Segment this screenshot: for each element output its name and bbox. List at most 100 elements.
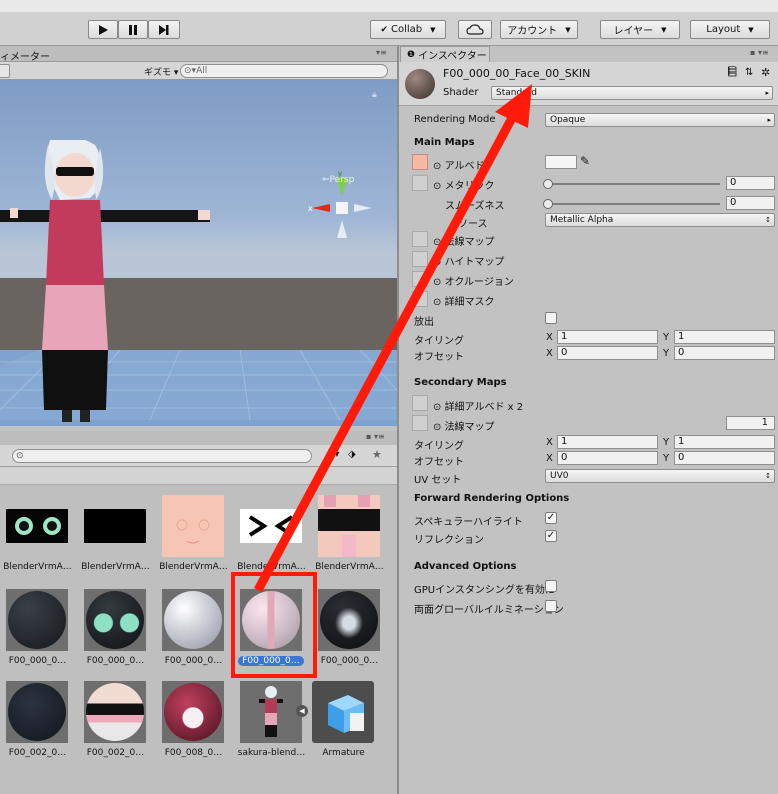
help-book-icon[interactable]: 📘︎ [726,67,739,78]
albedo-texture-slot[interactable] [412,154,428,170]
smoothness-slider-track[interactable] [548,203,720,205]
collab-label: Collab [391,24,423,35]
secondary-normal-scale-field[interactable]: 1 [726,416,775,430]
sec-offset-x-field[interactable]: 0 [557,451,658,465]
scene-view[interactable]: y x ⇐Persp 🔒︎ [0,80,397,426]
asset-item[interactable]: F00_000_0… [0,583,75,675]
main-offset-y-field[interactable]: 0 [674,346,775,360]
layout-dropdown[interactable]: Layout ▼ [690,20,770,39]
lock-icon[interactable]: ▪ ▾≡ [750,48,769,57]
sec-offset-label: オフセット [414,457,464,468]
metallic-value-field[interactable]: 0 [726,176,775,190]
play-button[interactable] [88,20,118,39]
metallic-slider-handle[interactable] [543,179,553,189]
gizmos-dropdown[interactable]: ギズモ ▾ [144,65,178,78]
sec-offset-y-field[interactable]: 0 [674,451,775,465]
cloud-button[interactable] [458,20,492,39]
asset-item[interactable]: F00_000_0… [312,583,387,675]
scene-mode-dropdown[interactable] [0,64,10,78]
emission-checkbox[interactable] [545,312,557,324]
rendering-mode-dropdown[interactable]: Opaque ▸ [545,113,775,127]
normal-map-slot[interactable] [412,231,428,247]
smoothness-value-field[interactable]: 0 [726,196,775,210]
secondary-normal-slot[interactable] [412,415,428,431]
sec-offset-y-label: Y [663,453,670,464]
source-dropdown[interactable]: Metallic Alpha ↕ [545,213,775,227]
rendering-mode-label: Rendering Mode [414,114,496,125]
secondary-maps-title: Secondary Maps [414,377,507,388]
smoothness-label: スムーズネス [445,201,505,212]
reflections-checkbox[interactable]: ✓ [545,530,557,542]
asset-item[interactable]: F00_008_0… [156,675,231,767]
animator-tab[interactable]: ィメーター [0,48,50,63]
layout-label: Layout [706,24,741,35]
main-offset-x-field[interactable]: 0 [557,346,658,360]
double-sided-gi-checkbox[interactable] [545,600,557,612]
detail-albedo-slot[interactable] [412,395,428,411]
gpu-instancing-label: GPUインスタンシングを有効に [414,585,555,596]
material-preview-icon [405,69,435,99]
panel-menu-icon[interactable]: ▾≡ [376,48,387,57]
asset-item[interactable]: Armature [306,675,381,767]
info-icon: ❶ [407,49,416,60]
smoothness-slider-handle[interactable] [543,199,553,209]
account-dropdown[interactable]: アカウント ▼ [500,20,578,39]
asset-item[interactable]: sakura-blend… [234,675,309,767]
asset-label: BlenderVrmA… [315,562,384,572]
inspector-tab[interactable]: ❶ インスペクター [400,46,490,62]
layers-dropdown[interactable]: レイヤー ▼ [600,20,680,39]
asset-label: Armature [322,748,365,758]
occlusion-slot[interactable] [412,271,428,287]
step-button[interactable] [148,20,180,39]
height-map-slot[interactable] [412,251,428,267]
pause-button[interactable] [118,20,148,39]
favorite-star-icon[interactable]: ★ [372,448,382,461]
asset-item[interactable]: BlenderVrmA… [156,489,231,581]
main-tiling-x-field[interactable]: 1 [557,330,658,344]
lock-icon[interactable]: ▪ ▾≡ [366,432,385,441]
material-thumbnail [318,589,380,651]
specular-highlights-checkbox[interactable]: ✓ [545,512,557,524]
chevron-down-icon: ▼ [430,25,436,34]
main-tiling-y-label: Y [663,332,670,343]
asset-item[interactable]: F00_000_0… [78,583,153,675]
persp-label[interactable]: ⇐Persp [322,175,354,185]
advanced-options-title: Advanced Options [414,561,517,572]
window-top-strip [0,0,778,12]
source-label: ソース [458,219,488,230]
shader-dropdown[interactable]: Standard ▸ [491,86,773,100]
scene-search-input[interactable]: ⊙▾All [180,64,388,78]
metallic-slider-track[interactable] [548,183,720,185]
main-tiling-y-field[interactable]: 1 [674,330,775,344]
asset-item[interactable]: BlenderVrmA… [312,489,387,581]
main-tiling-label: タイリング [414,336,464,347]
collab-button[interactable]: ✔ Collab ▼ [370,20,446,39]
asset-item[interactable]: F00_002_0… [0,675,75,767]
sec-tiling-x-field[interactable]: 1 [557,435,658,449]
source-value: Metallic Alpha [550,215,614,225]
asset-label: F00_002_0… [8,748,67,758]
asset-item[interactable]: F00_002_0… [78,675,153,767]
filter-by-type-icon[interactable]: ⚭▾ [326,449,339,460]
asset-label: BlenderVrmA… [159,562,228,572]
gear-icon[interactable]: ✲ [761,66,770,79]
asset-item[interactable]: BlenderVrmA… [234,489,309,581]
asset-item[interactable]: F00_000_0… [156,583,231,675]
lock-icon[interactable]: 🔒︎ [372,90,377,100]
body-texture-thumbnail [318,495,380,557]
preset-sliders-icon[interactable]: ⇅ [745,67,753,78]
filter-by-label-icon[interactable]: ⬗ [348,449,356,460]
asset-item[interactable]: BlenderVrmA… [0,489,75,581]
uv-set-dropdown[interactable]: UV0 ↕ [545,469,775,483]
asset-item[interactable]: BlenderVrmA… [78,489,153,581]
material-header: F00_000_00_Face_00_SKIN Shader Standard ▸… [399,62,778,106]
gpu-instancing-checkbox[interactable] [545,580,557,592]
eyedropper-icon[interactable]: ✎ [580,154,590,168]
metallic-texture-slot[interactable] [412,175,428,191]
albedo-color-swatch[interactable] [545,155,577,169]
detail-mask-slot[interactable] [412,291,428,307]
project-search-input[interactable]: ⊙ [12,449,312,463]
uv-set-value: UV0 [550,471,569,481]
layers-label: レイヤー [613,26,654,37]
sec-tiling-y-field[interactable]: 1 [674,435,775,449]
